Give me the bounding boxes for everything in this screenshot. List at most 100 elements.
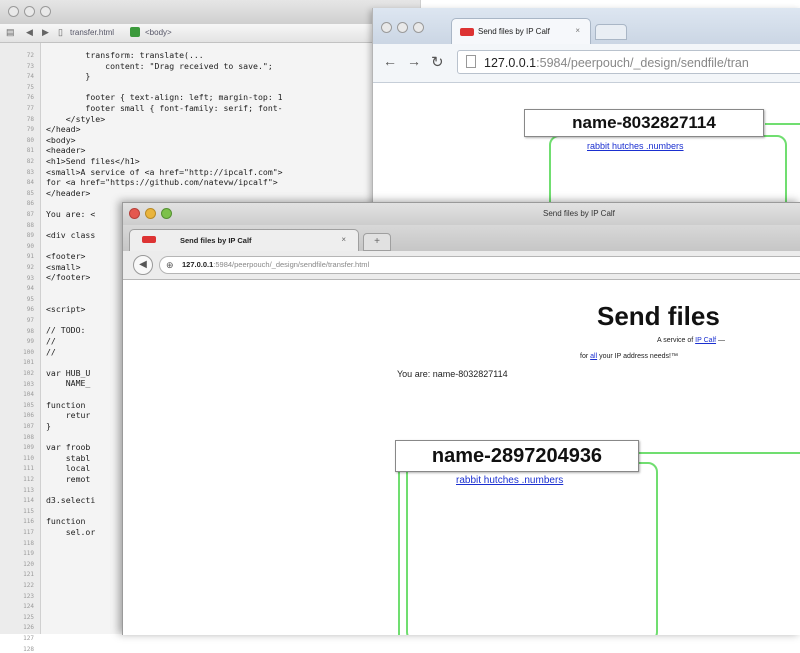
line-number: 127 bbox=[23, 635, 34, 642]
line-number: 85 bbox=[26, 189, 34, 197]
reload-icon[interactable]: ↻ bbox=[431, 53, 444, 71]
tab-send-files[interactable]: Send files by IP Calf × bbox=[129, 229, 359, 251]
minimize-window-button[interactable] bbox=[145, 208, 156, 219]
line-number: 111 bbox=[23, 465, 34, 473]
sidebar-toggle-icon[interactable]: ▤ bbox=[6, 27, 15, 38]
line-number: 114 bbox=[23, 497, 34, 505]
tab-strip: Send files by IP Calf × + bbox=[123, 225, 800, 252]
line-number: 89 bbox=[26, 232, 34, 240]
peer-name-label: name-8032827114 bbox=[524, 109, 764, 137]
close-tab-icon[interactable]: × bbox=[575, 26, 580, 35]
address-bar[interactable]: 127.0.0.1:5984/peerpouch/_design/sendfil… bbox=[457, 50, 800, 74]
code-line[interactable]: <small>A service of <a href="http://ipca… bbox=[46, 167, 416, 178]
forward-arrow-icon[interactable]: ▶ bbox=[42, 27, 49, 38]
line-number: 75 bbox=[26, 83, 34, 91]
line-number: 91 bbox=[26, 253, 34, 261]
window-titlebar: Send files by IP Calf bbox=[123, 203, 800, 226]
code-line[interactable]: </style> bbox=[46, 114, 416, 125]
peer-connection-line bbox=[638, 452, 800, 454]
line-number: 101 bbox=[23, 359, 34, 367]
line-number: 86 bbox=[26, 200, 34, 208]
line-number: 81 bbox=[26, 147, 34, 155]
line-number: 109 bbox=[23, 444, 34, 452]
code-line[interactable]: content: "Drag received to save."; bbox=[46, 61, 416, 72]
back-arrow-icon[interactable]: ◀ bbox=[133, 255, 153, 275]
minimize-window-button[interactable] bbox=[397, 22, 408, 33]
code-line[interactable]: <body> bbox=[46, 135, 416, 146]
close-window-button[interactable] bbox=[381, 22, 392, 33]
zoom-window-button[interactable] bbox=[161, 208, 172, 219]
line-number: 119 bbox=[23, 550, 34, 558]
line-number: 115 bbox=[23, 507, 34, 515]
tab-send-files[interactable]: Send files by IP Calf × bbox=[451, 18, 591, 44]
own-peer-name: You are: name-8032827114 bbox=[397, 369, 508, 379]
line-number: 95 bbox=[26, 295, 34, 303]
code-line[interactable]: </head> bbox=[46, 124, 416, 135]
ipcalf-favicon-icon bbox=[460, 28, 474, 36]
line-number: 107 bbox=[23, 423, 34, 430]
file-path-breadcrumb[interactable]: transfer.html bbox=[70, 28, 114, 37]
back-arrow-icon[interactable]: ← bbox=[383, 53, 397, 69]
code-line[interactable] bbox=[46, 82, 416, 93]
shared-file-link[interactable]: rabbit hutches .numbers bbox=[456, 475, 563, 486]
close-tab-icon[interactable]: × bbox=[341, 235, 346, 244]
line-number: 113 bbox=[23, 486, 34, 494]
browser-window-front: Send files by IP Calf Send files by IP C… bbox=[122, 202, 800, 635]
line-number: 92 bbox=[26, 264, 34, 271]
tab-strip: Send files by IP Calf × bbox=[373, 8, 800, 45]
line-number: 76 bbox=[26, 94, 34, 102]
new-tab-button[interactable]: + bbox=[363, 233, 391, 251]
close-window-button[interactable] bbox=[8, 6, 19, 17]
line-number: 74 bbox=[26, 73, 34, 81]
site-info-icon[interactable]: ⊕ bbox=[166, 260, 174, 271]
code-line[interactable]: <h1>Send files</h1> bbox=[46, 156, 416, 167]
element-tag-icon bbox=[130, 27, 140, 37]
line-number: 72 bbox=[26, 52, 34, 59]
address-toolbar: ← → ↻ 127.0.0.1:5984/peerpouch/_design/s… bbox=[373, 44, 800, 83]
back-arrow-icon[interactable]: ◀ bbox=[26, 27, 33, 38]
peer-box bbox=[406, 462, 658, 635]
line-number: 98 bbox=[26, 327, 34, 335]
address-bar[interactable]: ⊕ 127.0.0.1:5984/peerpouch/_design/sendf… bbox=[159, 256, 800, 274]
code-line[interactable]: for <a href="https://github.com/natevw/i… bbox=[46, 177, 416, 188]
code-line[interactable]: </header> bbox=[46, 188, 416, 199]
editor-titlebar bbox=[0, 0, 420, 25]
code-line[interactable]: footer { text-align: left; margin-top: 1 bbox=[46, 92, 416, 103]
line-number: 73 bbox=[26, 62, 34, 70]
close-window-button[interactable] bbox=[129, 208, 140, 219]
code-line[interactable]: footer small { font-family: serif; font- bbox=[46, 103, 416, 114]
line-number: 108 bbox=[23, 433, 34, 441]
line-number: 103 bbox=[23, 380, 34, 388]
shared-file-link[interactable]: rabbit hutches .numbers bbox=[587, 141, 684, 151]
line-number: 110 bbox=[23, 454, 34, 462]
zoom-window-button[interactable] bbox=[413, 22, 424, 33]
line-number: 124 bbox=[23, 603, 34, 611]
line-number: 117 bbox=[23, 529, 34, 536]
line-number: 104 bbox=[23, 391, 34, 399]
file-icon: ▯ bbox=[58, 27, 63, 37]
forward-arrow-icon[interactable]: → bbox=[407, 53, 421, 69]
minimize-window-button[interactable] bbox=[24, 6, 35, 17]
ipcalf-link[interactable]: IP Calf bbox=[695, 337, 716, 344]
line-number: 122 bbox=[23, 582, 34, 589]
line-number: 77 bbox=[26, 105, 34, 112]
code-line[interactable]: } bbox=[46, 71, 416, 82]
line-number: 83 bbox=[26, 168, 34, 176]
element-breadcrumb[interactable]: <body> bbox=[145, 28, 172, 37]
line-number: 82 bbox=[26, 158, 34, 165]
line-number: 84 bbox=[26, 179, 34, 187]
line-number: 79 bbox=[26, 126, 34, 134]
zoom-window-button[interactable] bbox=[40, 6, 51, 17]
code-line[interactable]: <header> bbox=[46, 145, 416, 156]
line-number: 128 bbox=[23, 645, 34, 653]
window-title: Send files by IP Calf bbox=[543, 209, 615, 218]
line-number: 125 bbox=[23, 613, 34, 621]
line-number: 90 bbox=[26, 242, 34, 250]
page-content: Send files A service of IP Calf — for al… bbox=[123, 280, 800, 635]
new-tab-button[interactable] bbox=[595, 24, 627, 40]
code-line[interactable]: transform: translate(... bbox=[46, 50, 416, 61]
line-number: 88 bbox=[26, 221, 34, 229]
browser-window-back: Send files by IP Calf × ← → ↻ 127.0.0.1:… bbox=[372, 8, 800, 223]
line-number: 93 bbox=[26, 274, 34, 282]
line-number: 112 bbox=[23, 476, 34, 483]
